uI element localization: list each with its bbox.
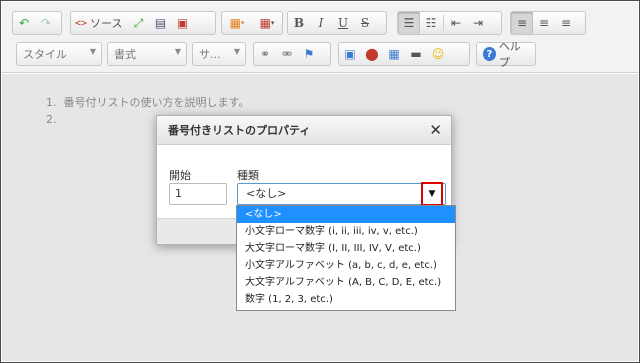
text-style-group: B I U S [287,11,387,35]
separator [443,15,444,31]
dropdown-option-none[interactable]: <なし> [237,206,455,223]
list-item-text: 番号付リストの使い方を説明します。 [63,96,250,109]
help-button[interactable]: ? ヘルプ [477,40,535,69]
type-dropdown-list: <なし> 小文字ローマ数字 (i, ii, iii, iv, v, etc.) … [236,205,456,311]
table-insert-icon[interactable]: ▦ [383,43,405,65]
flash-icon[interactable]: ⬤ [361,43,383,65]
align-group: ≡ ≡ ≡ [510,11,586,35]
special-char-icon[interactable]: ▦ ▾ [222,12,252,34]
dropdown-arrow-icon[interactable]: ▼ [421,182,443,206]
horizontal-rule-icon[interactable]: ▬ [405,43,427,65]
underline-icon[interactable]: U [332,12,354,34]
help-group: ? ヘルプ [476,40,536,69]
help-icon: ? [483,47,496,61]
indent-icon[interactable]: ⇥ [467,12,489,34]
chevron-down-icon: ▼ [233,47,240,56]
document-group: <> ソース ⤢ ▤ ▣ [70,11,216,35]
style-combo[interactable]: スタイル ▼ [16,42,102,66]
dialog-header[interactable]: 番号付きリストのプロパティ ✕ [157,116,451,145]
type-select-value: <なし> [246,187,287,200]
help-label: ヘルプ [498,40,521,69]
list-item-number: 2. [46,113,57,126]
table-icon[interactable]: ▦ ▾ [252,12,282,34]
undo-icon[interactable]: ↶ [13,12,35,34]
insert-group: ▦ ▾ ▦ ▾ [221,11,283,35]
type-label: 種類 [237,169,259,182]
align-left-icon[interactable]: ≡ [511,12,533,34]
undo-redo-group: ↶ ↷ [12,11,62,35]
chevron-down-icon: ▼ [89,47,96,56]
link-group: ⚭ ⚮ ⚑ [253,42,331,66]
italic-icon[interactable]: I [310,12,332,34]
align-center-icon[interactable]: ≡ [533,12,555,34]
toolbar: ↶ ↷ <> ソース ⤢ ▤ ▣ ▦▾ ▦▾ B I U S ☰ ☷ ⇤ ⇥ [2,2,638,73]
anchor-flag-icon[interactable]: ⚑ [298,43,320,65]
align-right-icon[interactable]: ≡ [555,12,577,34]
source-icon: <> [75,17,88,29]
unlink-icon[interactable]: ⚮ [276,43,298,65]
strike-icon[interactable]: S [354,12,376,34]
editor-window: ↶ ↷ <> ソース ⤢ ▤ ▣ ▦▾ ▦▾ B I U S ☰ ☷ ⇤ ⇥ [0,0,640,363]
outdent-icon[interactable]: ⇤ [445,12,467,34]
size-combo[interactable]: サ... ▼ [192,42,246,66]
dropdown-option-upper-alpha[interactable]: 大文字アルファベット (A, B, C, D, E, etc.) [237,274,455,291]
start-label: 開始 [169,169,191,182]
bold-icon[interactable]: B [288,12,310,34]
smiley-icon[interactable]: ☺ [427,43,449,65]
type-select[interactable]: <なし> ▼ [237,182,446,206]
image-icon[interactable]: ▣ [339,43,361,65]
source-button[interactable]: <> ソース [71,12,128,34]
dropdown-option-decimal[interactable]: 数字 (1, 2, 3, etc.) [237,291,455,308]
format-combo[interactable]: 書式 ▼ [107,42,187,66]
format-combo-label: 書式 [114,48,136,61]
redo-icon[interactable]: ↷ [35,12,57,34]
list-group: ☰ ☷ ⇤ ⇥ [397,11,502,35]
dialog-title: 番号付きリストのプロパティ [168,124,311,137]
numbered-list-icon[interactable]: ☰ [398,12,420,34]
preview-icon[interactable]: ▣ [172,12,194,34]
dropdown-option-lower-alpha[interactable]: 小文字アルファベット (a, b, c, d, e, etc.) [237,257,455,274]
start-input[interactable]: 1 [169,183,227,205]
source-label: ソース [90,17,123,30]
show-blocks-icon[interactable]: ▤ [150,12,172,34]
chevron-down-icon: ▼ [174,47,181,56]
maximize-icon[interactable]: ⤢ [128,12,150,34]
media-group: ▣ ⬤ ▦ ▬ ☺ [338,42,470,66]
style-combo-label: スタイル [23,48,67,61]
close-icon[interactable]: ✕ [429,121,442,139]
bulleted-list-icon[interactable]: ☷ [420,12,442,34]
dropdown-option-upper-roman[interactable]: 大文字ローマ数字 (I, II, III, IV, V, etc.) [237,240,455,257]
list-item-number: 1. [46,96,57,109]
dropdown-option-lower-roman[interactable]: 小文字ローマ数字 (i, ii, iii, iv, v, etc.) [237,223,455,240]
size-combo-label: サ... [199,48,221,61]
list-item: 1. 番号付リストの使い方を説明します。 [46,94,249,111]
link-icon[interactable]: ⚭ [254,43,276,65]
